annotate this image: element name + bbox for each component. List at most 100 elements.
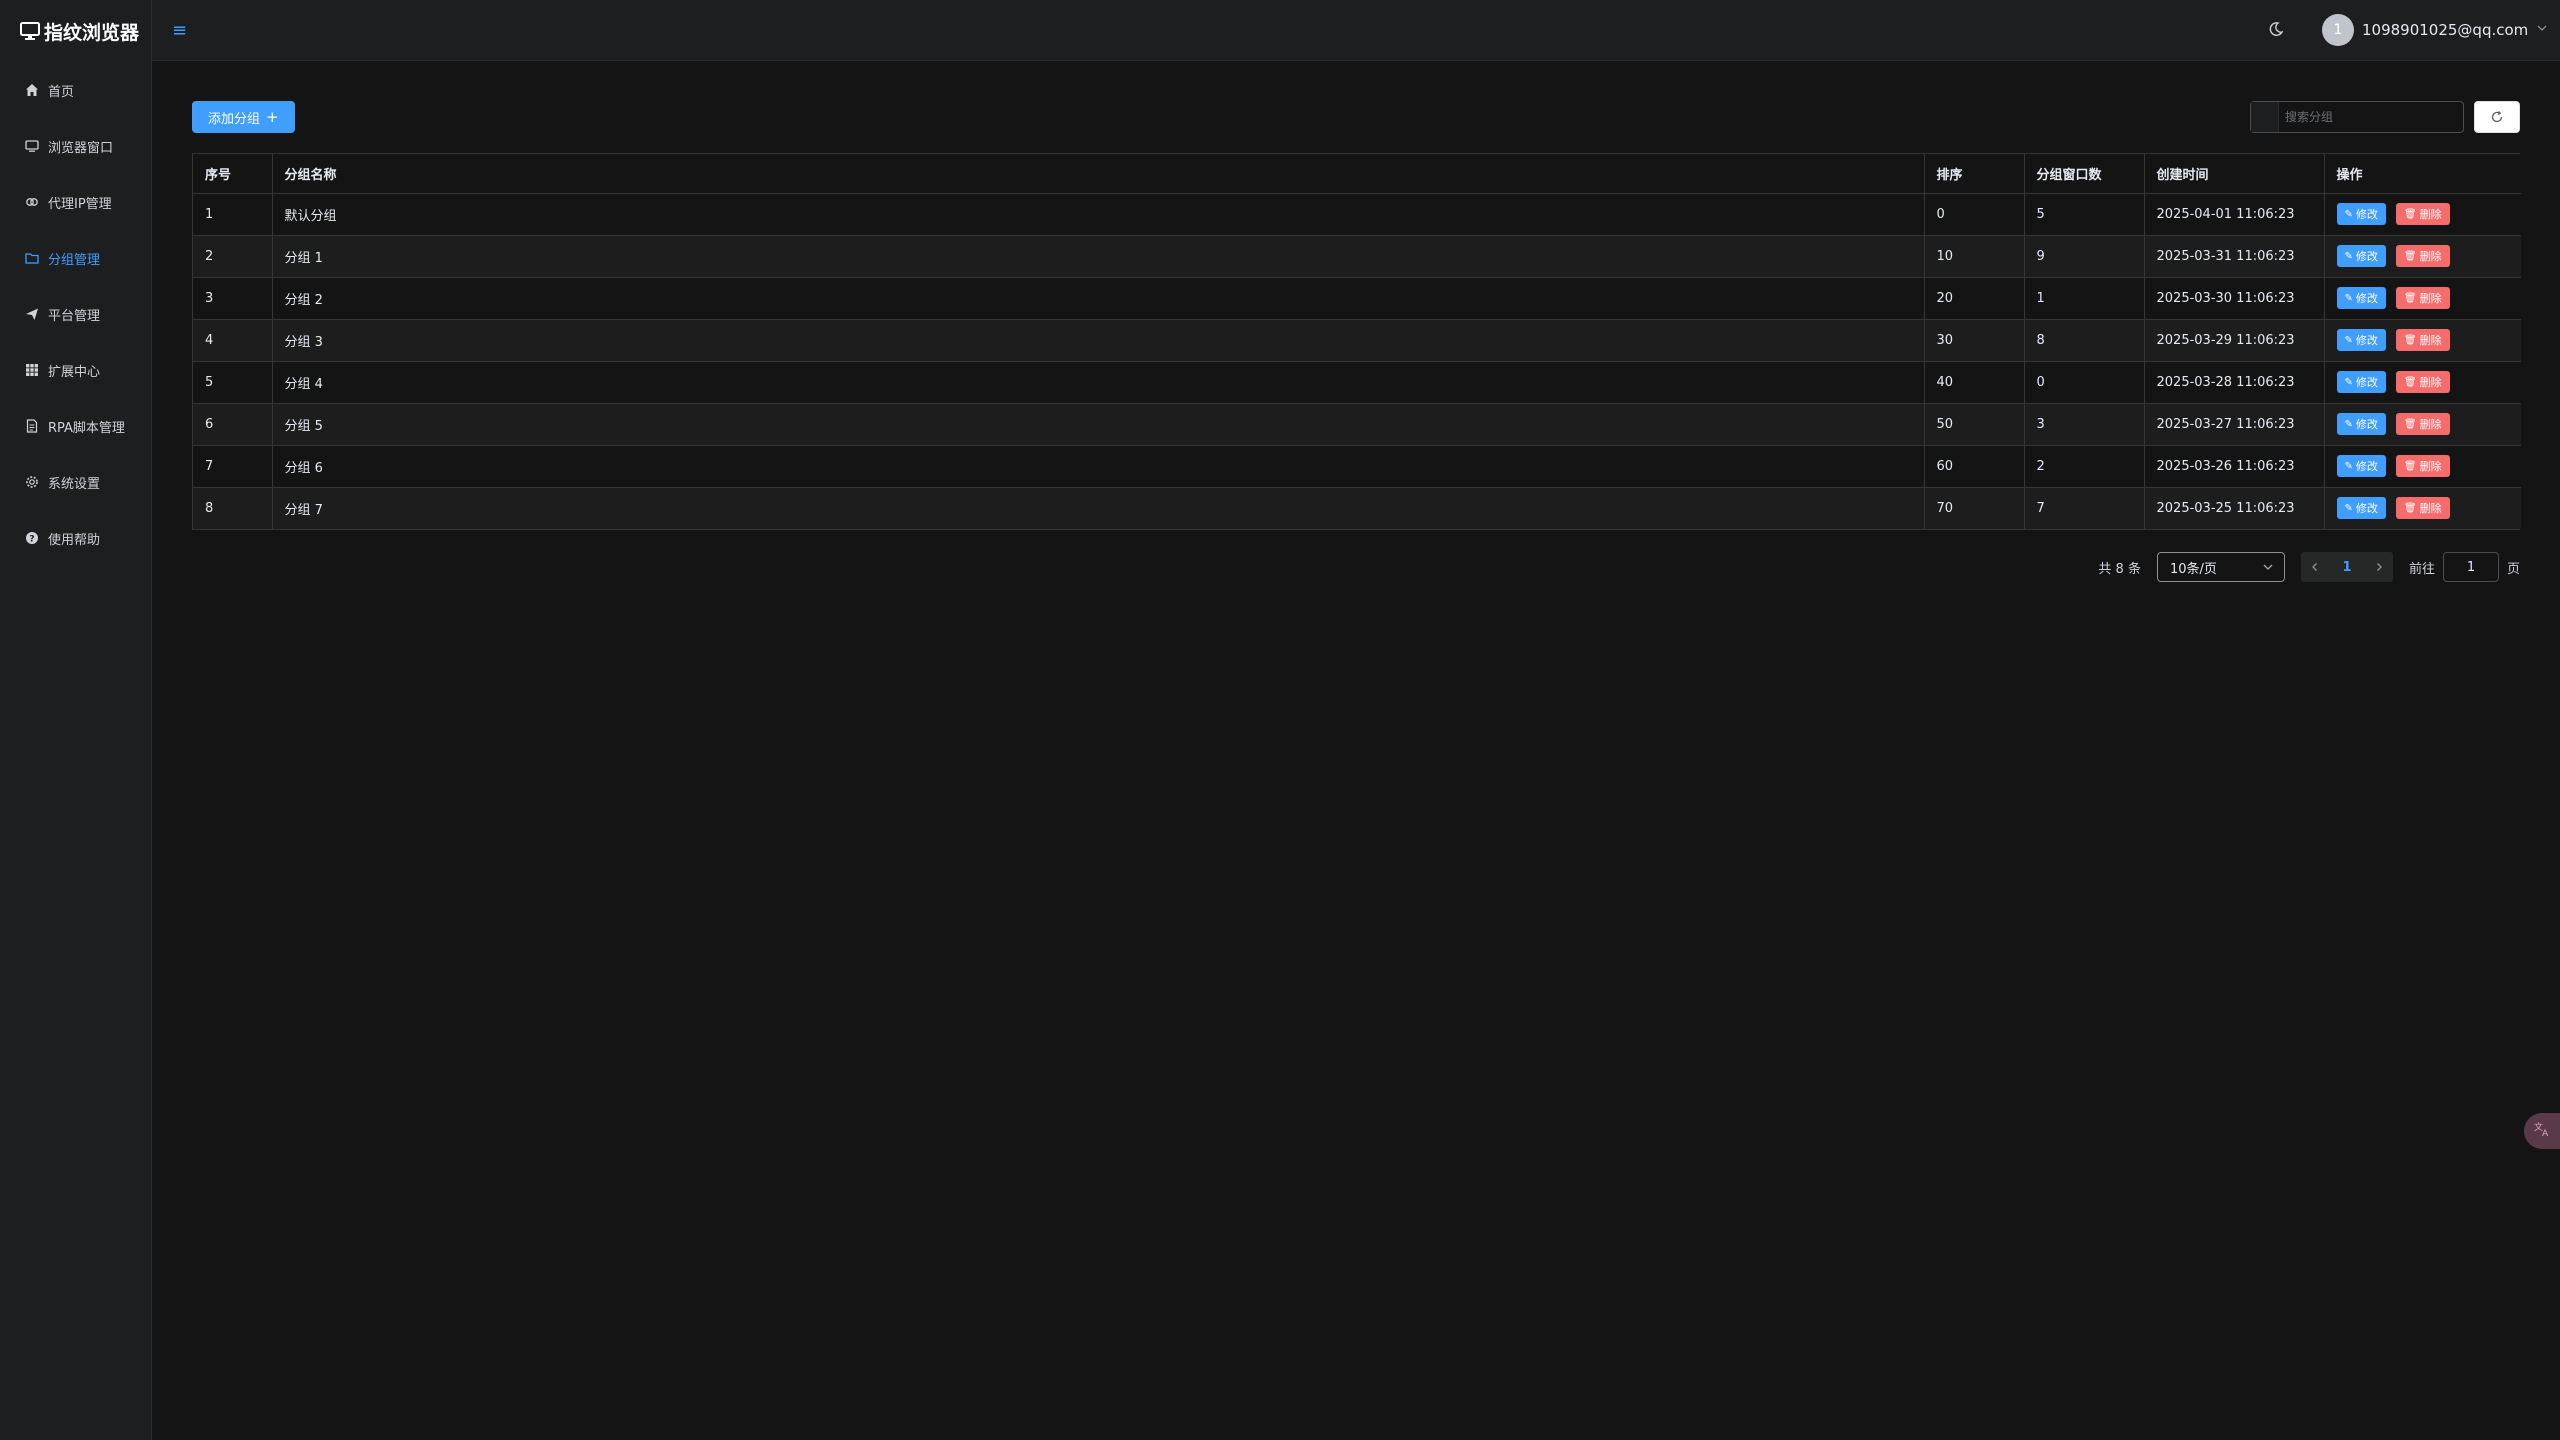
sidebar-item-home[interactable]: 首页	[0, 62, 151, 118]
page-size-select[interactable]: 10条/页	[2156, 552, 2285, 582]
trash-icon: 🗑	[2403, 250, 2417, 262]
delete-button[interactable]: 🗑 删除	[2395, 245, 2450, 267]
delete-label: 删除	[2419, 208, 2442, 221]
translate-float-button[interactable]: 文A	[2524, 1113, 2560, 1149]
sidebar-item-extensions[interactable]: 扩展中心	[0, 342, 151, 398]
table-row: 1 默认分组 0 5 2025-04-01 11:06:23 ✎ 修改 🗑 删除	[193, 193, 2521, 236]
sidebar-item-proxy-ip[interactable]: 代理IP管理	[0, 174, 151, 230]
table-header-row: 序号 分组名称 排序 分组窗口数 创建时间 操作	[193, 154, 2521, 194]
cell-created: 2025-04-01 11:06:23	[2144, 193, 2325, 236]
delete-button[interactable]: 🗑 删除	[2395, 455, 2450, 477]
sidebar-item-label: 系统设置	[48, 476, 101, 492]
next-page-button[interactable]	[2365, 552, 2393, 582]
edit-button[interactable]: ✎ 修改	[2336, 287, 2386, 309]
cell-created: 2025-03-29 11:06:23	[2144, 319, 2325, 362]
edit-label: 修改	[2355, 460, 2378, 473]
grid-icon	[24, 362, 40, 378]
sidebar-item-platforms[interactable]: 平台管理	[0, 286, 151, 342]
edit-button[interactable]: ✎ 修改	[2336, 455, 2386, 477]
cell-actions: ✎ 修改 🗑 删除	[2324, 445, 2521, 488]
delete-button[interactable]: 🗑 删除	[2395, 497, 2450, 520]
cell-windows: 1	[2024, 277, 2145, 320]
delete-button[interactable]: 🗑 删除	[2395, 371, 2450, 393]
edit-icon: ✎	[2344, 502, 2353, 514]
plus-icon: +	[266, 108, 279, 126]
cell-windows: 9	[2024, 235, 2145, 278]
search-input[interactable]	[2279, 102, 2463, 132]
cell-windows: 2	[2024, 445, 2145, 488]
edit-button[interactable]: ✎ 修改	[2336, 245, 2386, 267]
cell-name: 分组 7	[272, 487, 1925, 529]
user-menu[interactable]: 1 1098901025@qq.com	[2322, 14, 2548, 46]
cell-index: 6	[193, 403, 273, 446]
refresh-button[interactable]	[2474, 101, 2520, 133]
prev-page-button[interactable]	[2301, 552, 2329, 582]
delete-button[interactable]: 🗑 删除	[2395, 329, 2450, 351]
trash-icon: 🗑	[2403, 460, 2417, 472]
translate-icon: 文A	[2534, 1121, 2552, 1141]
goto-page-input[interactable]	[2442, 552, 2499, 582]
edit-button[interactable]: ✎ 修改	[2336, 497, 2386, 520]
groups-table: 序号 分组名称 排序 分组窗口数 创建时间 操作 1 默认分组 0 5 2025…	[192, 153, 2521, 530]
cell-created: 2025-03-30 11:06:23	[2144, 277, 2325, 320]
column-header: 分组名称	[272, 154, 1925, 194]
cell-created: 2025-03-28 11:06:23	[2144, 361, 2325, 404]
sidebar-item-label: 浏览器窗口	[48, 140, 114, 156]
cell-windows: 7	[2024, 487, 2145, 529]
table-row: 2 分组 1 10 9 2025-03-31 11:06:23 ✎ 修改 🗑 删除	[193, 235, 2521, 278]
edit-button[interactable]: ✎ 修改	[2336, 371, 2386, 393]
cell-name: 分组 5	[272, 403, 1925, 446]
app-brand[interactable]: 指纹浏览器	[0, 0, 151, 62]
cell-name: 分组 4	[272, 361, 1925, 404]
goto-label: 前往	[2408, 561, 2435, 577]
table-row: 5 分组 4 40 0 2025-03-28 11:06:23 ✎ 修改 🗑 删除	[193, 361, 2521, 404]
sidebar-item-groups[interactable]: 分组管理	[0, 230, 151, 286]
sidebar-item-rpa-scripts[interactable]: RPA脚本管理	[0, 398, 151, 454]
edit-button[interactable]: ✎ 修改	[2336, 329, 2386, 351]
page-suffix: 页	[2506, 561, 2520, 577]
add-group-button[interactable]: 添加分组 +	[192, 101, 295, 133]
cell-created: 2025-03-26 11:06:23	[2144, 445, 2325, 488]
app-title: 指纹浏览器	[44, 21, 140, 44]
column-header: 排序	[1924, 154, 2025, 194]
chevron-left-icon	[2312, 563, 2317, 571]
chevron-down-icon	[2263, 564, 2273, 570]
edit-button[interactable]: ✎ 修改	[2336, 203, 2386, 225]
delete-button[interactable]: 🗑 删除	[2395, 287, 2450, 309]
edit-icon: ✎	[2344, 250, 2353, 262]
cell-index: 7	[193, 445, 273, 488]
column-header: 分组窗口数	[2024, 154, 2145, 194]
edit-label: 修改	[2355, 292, 2378, 305]
sidebar-item-label: 首页	[48, 84, 75, 100]
svg-text:?: ?	[29, 535, 34, 545]
edit-icon: ✎	[2344, 292, 2353, 304]
edit-icon: ✎	[2344, 334, 2353, 346]
cell-index: 4	[193, 319, 273, 362]
cell-created: 2025-03-31 11:06:23	[2144, 235, 2325, 278]
sidebar-item-settings[interactable]: 系统设置	[0, 454, 151, 510]
sidebar: 指纹浏览器 首页 浏览器窗口 代理IP管理 分组管理 平台管理 扩展中心 RPA…	[0, 0, 152, 1440]
table-row: 4 分组 3 30 8 2025-03-29 11:06:23 ✎ 修改 🗑 删除	[193, 319, 2521, 362]
monitor-logo-icon	[20, 22, 40, 40]
page-number[interactable]: 1	[2329, 552, 2365, 582]
delete-button[interactable]: 🗑 删除	[2395, 413, 2450, 435]
sidebar-item-browser-windows[interactable]: 浏览器窗口	[0, 118, 151, 174]
cell-name: 默认分组	[272, 193, 1925, 236]
cell-sort: 70	[1924, 487, 2025, 529]
sidebar-item-help[interactable]: ? 使用帮助	[0, 510, 151, 566]
edit-button[interactable]: ✎ 修改	[2336, 413, 2386, 435]
cell-sort: 10	[1924, 235, 2025, 278]
column-header: 操作	[2324, 154, 2521, 194]
cell-windows: 0	[2024, 361, 2145, 404]
table-row: 8 分组 7 70 7 2025-03-25 11:06:23 ✎ 修改 🗑 删除	[193, 487, 2521, 529]
menu-collapse-icon[interactable]: ≡	[172, 20, 187, 41]
delete-button[interactable]: 🗑 删除	[2395, 203, 2450, 225]
cell-name: 分组 1	[272, 235, 1925, 278]
cell-index: 2	[193, 235, 273, 278]
moon-icon[interactable]	[2268, 21, 2284, 41]
top-header: ≡ 1 1098901025@qq.com	[152, 0, 2560, 61]
delete-label: 删除	[2419, 502, 2442, 516]
cell-actions: ✎ 修改 🗑 删除	[2324, 277, 2521, 320]
chevron-down-icon	[2536, 22, 2548, 38]
edit-icon: ✎	[2344, 460, 2353, 472]
